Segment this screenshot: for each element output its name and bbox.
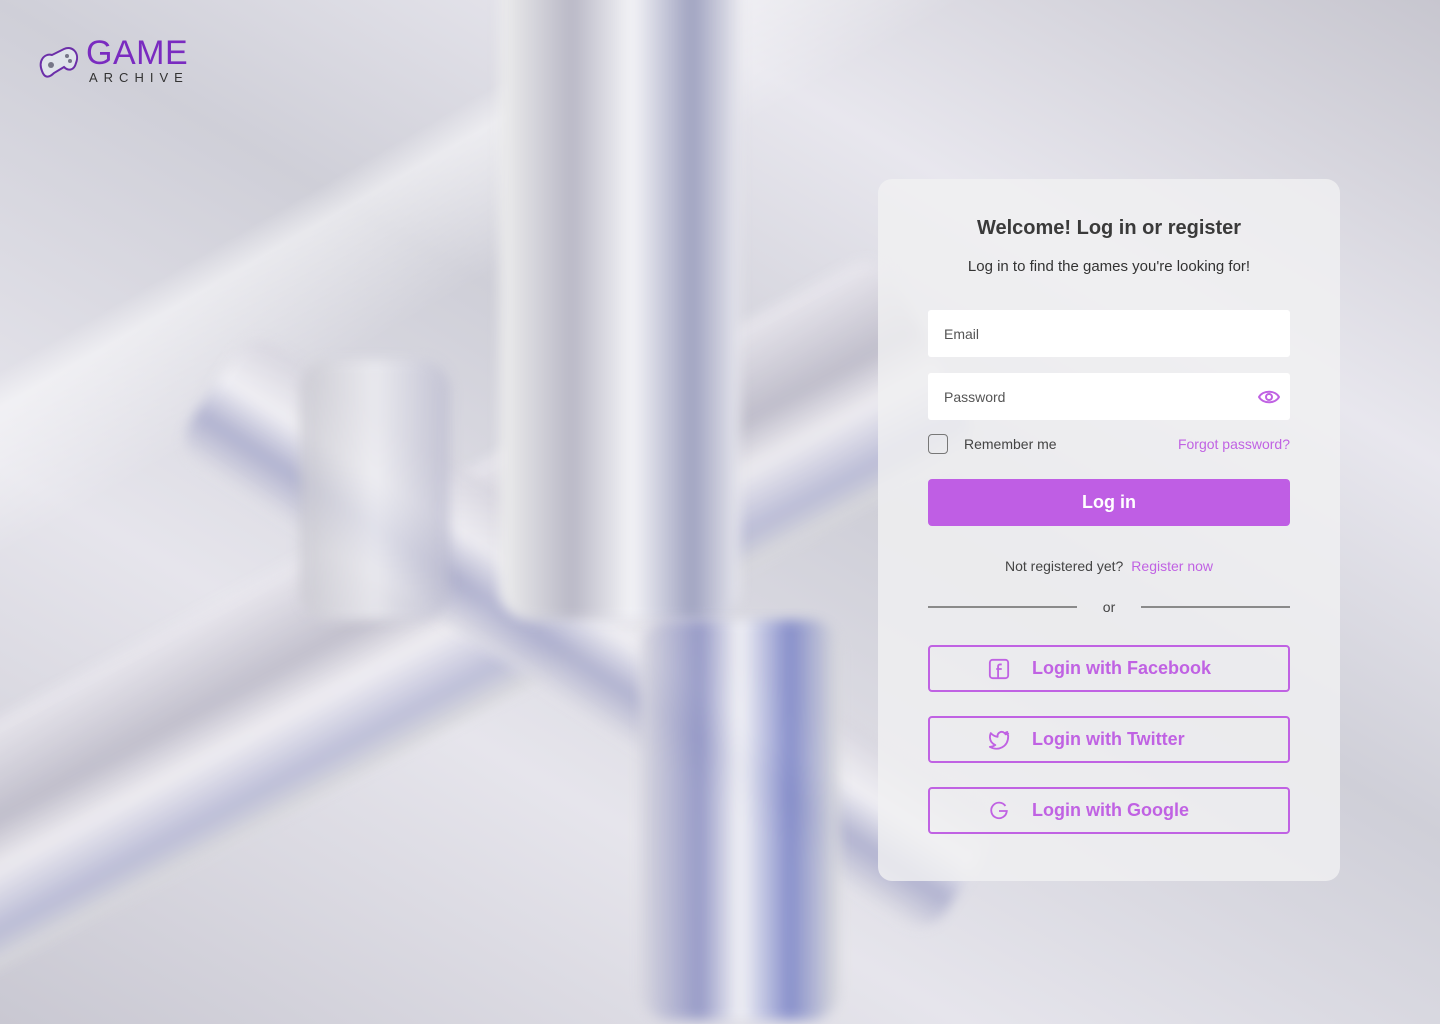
not-registered-text: Not registered yet? [1005,558,1124,574]
eye-icon[interactable] [1258,389,1280,405]
facebook-login-label: Login with Facebook [1032,658,1211,678]
password-input[interactable] [944,388,1258,405]
login-button[interactable]: Log in [928,479,1290,526]
or-label: or [1102,599,1116,615]
twitter-icon [988,730,1010,750]
email-field[interactable] [928,310,1290,357]
email-input[interactable] [944,325,1280,342]
remember-me-checkbox[interactable] [928,434,948,454]
password-field[interactable] [928,373,1290,420]
card-subtitle: Log in to find the games you're looking … [967,258,1251,275]
brand-tagline: ARCHIVE [89,70,189,85]
remember-me-label[interactable]: Remember me [964,436,1178,452]
google-login-button[interactable]: Login with Google [928,787,1290,834]
register-link[interactable]: Register now [1131,558,1213,574]
card-title: Welcome! Log in or register [976,217,1242,239]
twitter-login-button[interactable]: Login with Twitter [928,716,1290,763]
brand-name: GAME [86,34,189,72]
logo[interactable]: GAME ARCHIVE [36,34,189,85]
facebook-icon [988,658,1010,679]
or-divider: or [928,599,1291,615]
login-card: Welcome! Log in or register Log in to fi… [878,179,1340,881]
gamepad-icon [39,46,78,78]
google-icon [990,801,1008,819]
google-login-label: Login with Google [1032,800,1189,820]
facebook-login-button[interactable]: Login with Facebook [928,645,1290,692]
twitter-login-label: Login with Twitter [1032,729,1185,749]
forgot-password-link[interactable]: Forgot password? [1178,436,1290,452]
